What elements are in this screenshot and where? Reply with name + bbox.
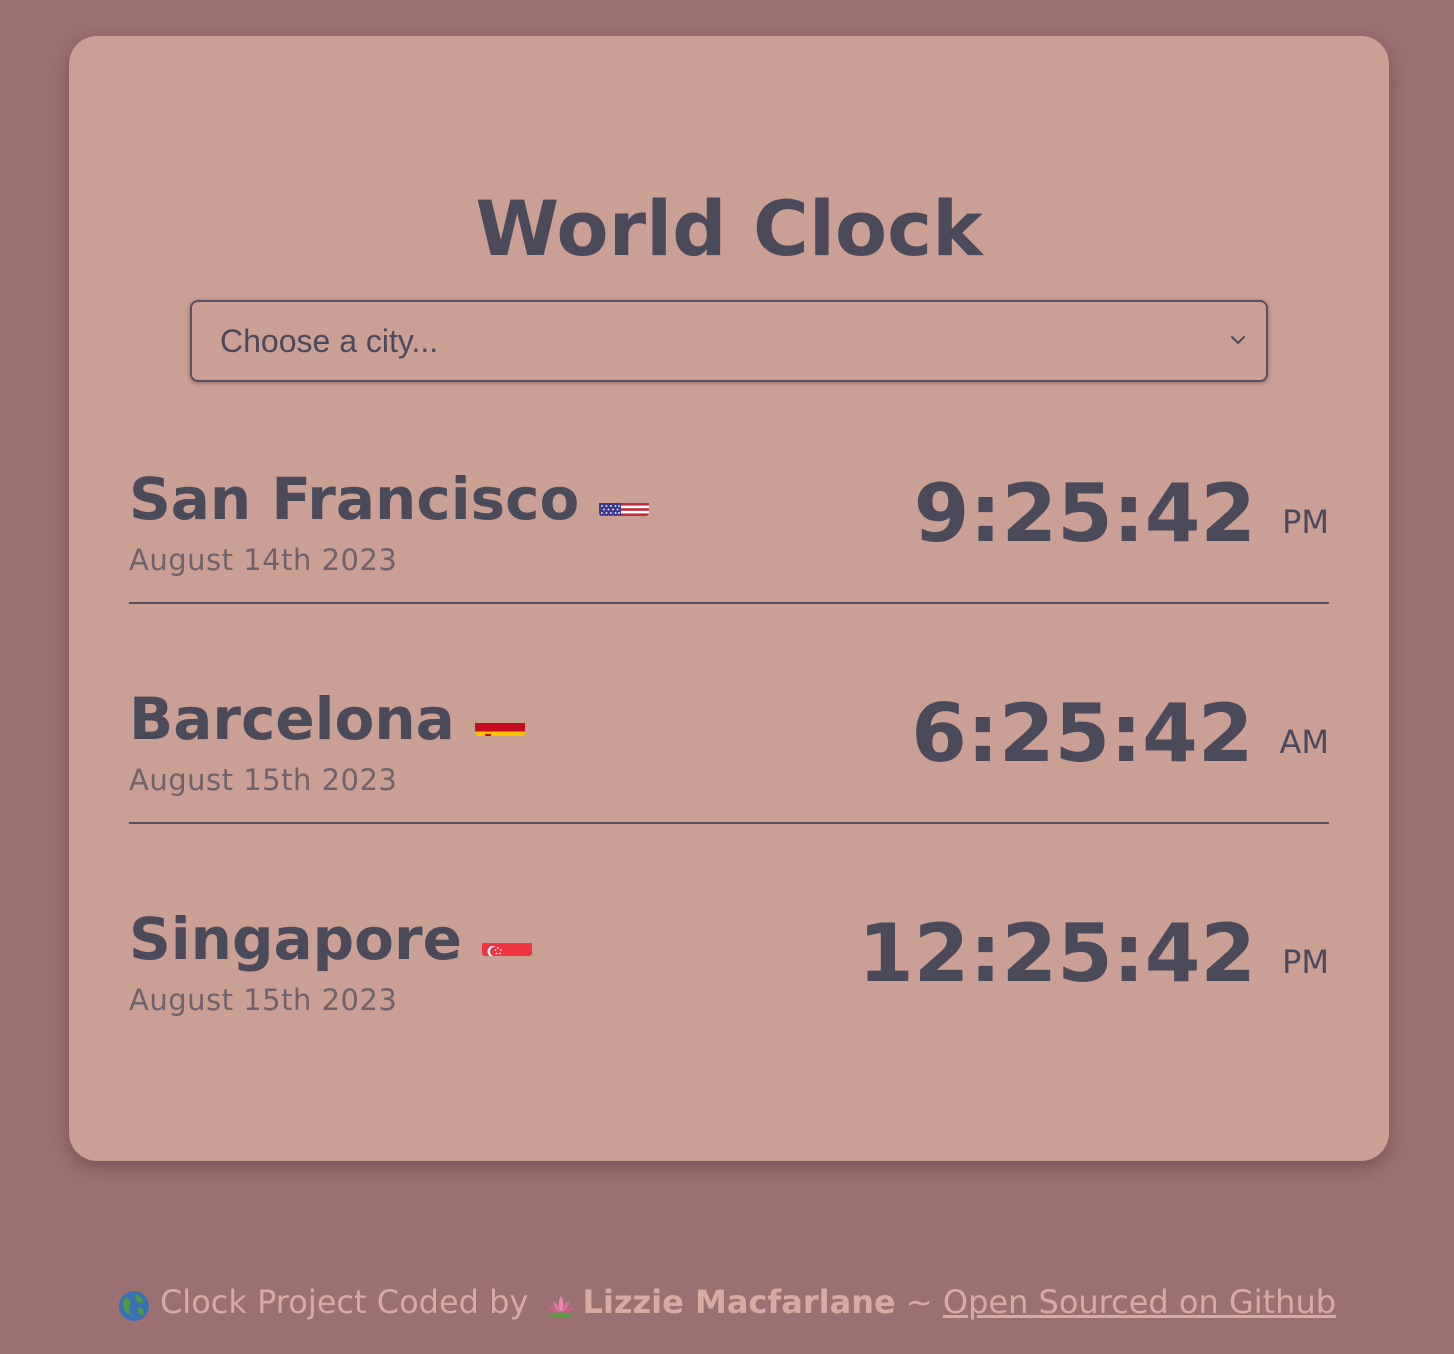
city-time: 9:25:42 <box>913 467 1257 560</box>
city-select[interactable]: Choose a city... <box>190 300 1268 382</box>
city-date: August 15th 2023 <box>129 763 398 797</box>
city-ampm: AM <box>1279 723 1330 761</box>
city-ampm: PM <box>1282 503 1329 541</box>
city-select-placeholder: Choose a city... <box>220 323 439 359</box>
lotus-icon <box>545 1282 577 1326</box>
city-row-barcelona: Barcelona August 15th 2023 6:25:42 AM <box>129 656 1329 824</box>
us-flag-icon <box>599 482 650 516</box>
page-title: World Clock <box>475 184 983 273</box>
footer-author: Lizzie Macfarlane <box>582 1283 896 1321</box>
world-clock-card: World Clock Choose a city... San Francis… <box>69 36 1389 1161</box>
city-name: Singapore <box>129 905 462 973</box>
city-row-singapore: Singapore August 15th 2023 12:25:42 PM <box>129 876 1329 1042</box>
globe-icon <box>118 1282 150 1326</box>
city-time: 12:25:42 <box>858 907 1257 1000</box>
city-date: August 15th 2023 <box>129 983 398 1017</box>
city-name: San Francisco <box>129 465 580 533</box>
footer-separator: ~ <box>905 1283 933 1321</box>
city-time: 6:25:42 <box>911 687 1254 780</box>
footer-prefix: Clock Project Coded by <box>159 1283 529 1321</box>
city-ampm: PM <box>1282 943 1329 981</box>
singapore-flag-icon <box>481 922 532 956</box>
footer: Clock Project Coded by Lizzie Macfarlane… <box>0 1280 1454 1326</box>
city-row-san-francisco: San Francisco August 14th 2023 9:25:42 P… <box>129 436 1329 604</box>
github-link[interactable]: Open Sourced on Github <box>943 1283 1336 1321</box>
chevron-down-icon <box>1231 336 1245 344</box>
city-date: August 14th 2023 <box>129 543 398 577</box>
spain-flag-icon <box>474 702 525 736</box>
city-name: Barcelona <box>129 685 455 753</box>
